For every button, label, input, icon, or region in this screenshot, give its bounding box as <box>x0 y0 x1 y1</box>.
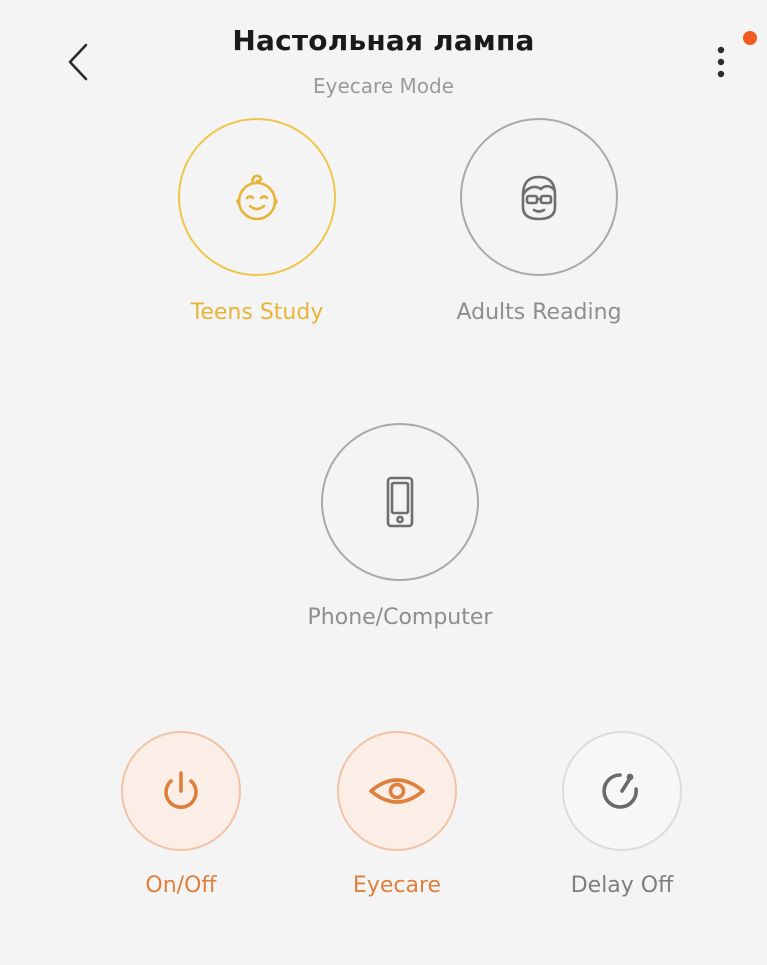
baby-face-icon <box>236 174 278 221</box>
control-circle <box>121 731 241 851</box>
control-label: On/Off <box>145 873 217 898</box>
power-icon <box>164 771 198 809</box>
mode-circle <box>178 118 336 276</box>
mode-circle <box>460 118 618 276</box>
on-off-button[interactable]: On/Off <box>121 731 241 898</box>
mode-phone-computer[interactable]: Phone/Computer <box>308 423 492 630</box>
more-vertical-icon <box>717 46 725 78</box>
mode-teens-study[interactable]: Teens Study <box>178 118 336 325</box>
eyecare-button[interactable]: Eyecare <box>337 731 457 898</box>
phone-icon <box>386 476 414 528</box>
more-options-button[interactable] <box>704 42 738 82</box>
mode-label: Adults Reading <box>456 300 622 325</box>
mode-adults-reading[interactable]: Adults Reading <box>456 118 622 325</box>
glasses-face-icon <box>521 175 557 221</box>
eye-icon <box>369 778 425 804</box>
control-circle <box>562 731 682 851</box>
mode-label: Phone/Computer <box>307 605 493 630</box>
control-label: Eyecare <box>352 873 442 898</box>
delay-off-button[interactable]: Delay Off <box>562 731 682 898</box>
page-title: Настольная лампа <box>232 24 535 57</box>
eyecare-mode-screen: Настольная лампа Eyecare Mode Teens Stud… <box>0 0 767 965</box>
mode-circle <box>321 423 479 581</box>
timer-icon <box>602 773 638 809</box>
mode-label: Teens Study <box>190 300 324 325</box>
control-label: Delay Off <box>570 873 674 898</box>
page-subtitle: Eyecare Mode <box>313 74 454 98</box>
control-circle <box>337 731 457 851</box>
notification-dot <box>743 31 757 45</box>
